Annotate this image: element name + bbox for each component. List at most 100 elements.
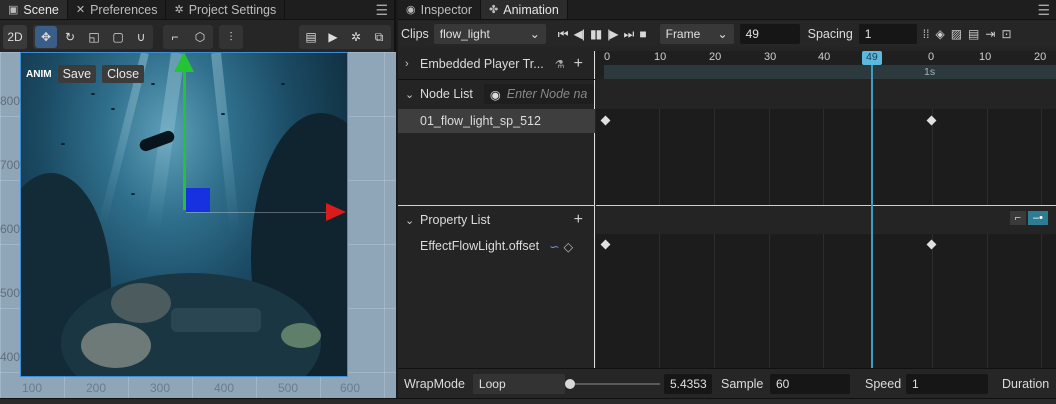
grid-line [1041,234,1042,368]
scene-gear-icon[interactable]: ✲ [346,26,366,48]
node-track-area[interactable] [596,109,1056,205]
grid-line [769,109,770,205]
scene-menu-icon[interactable]: ☰ [375,2,388,19]
scene-panel: ▣ Scene ✕ Preferences ✲ Project Settings… [0,0,396,404]
move-tool-icon[interactable]: ✥ [35,26,57,48]
align-icon[interactable]: ⫶ [219,25,243,49]
add-embedded-icon[interactable]: + [574,55,583,73]
local-global-icon[interactable]: ⬡ [190,26,210,48]
grid-line [714,109,715,205]
prev-frame-icon[interactable]: ◀| [574,27,585,41]
grid-view-icon[interactable]: ▤ [301,26,321,48]
timeline[interactable]: 0 10 20 30 40 0 10 20 1s ⌐ –• 49 [596,51,1056,368]
time-slider-knob[interactable] [565,379,575,389]
spacing-input[interactable]: 1 [858,24,917,44]
gear-icon: ✲ [174,4,184,16]
keyframe[interactable] [926,239,937,250]
eye-icon[interactable]: ◉ [490,87,501,102]
snap-tool-icon[interactable]: ∪ [131,26,151,48]
timeline-range-band [604,65,1056,79]
pivot-icon[interactable]: ⌐ [165,26,185,48]
keyframe[interactable] [600,239,611,250]
speed-label: Speed [865,377,902,391]
anim-tag: ANIM [26,68,52,80]
speed-input[interactable]: 1 [906,374,988,394]
frame-mode-value: Frame [665,27,701,41]
chevron-right-icon: › [405,58,409,70]
tab-project-settings[interactable]: ✲ Project Settings [166,0,286,19]
dots-grid-icon[interactable]: ⁞⁞ [923,27,930,41]
light-ray [211,53,240,233]
tab-inspector[interactable]: ◉ Inspector [398,0,482,19]
scale-tool-icon[interactable]: ◱ [84,26,104,48]
time-input-value: 5.4353 [670,377,707,391]
gizmo-x-arrow-icon[interactable] [326,203,346,221]
pause-icon[interactable]: ▮▮ [590,27,602,41]
animation-panel: ◉ Inspector ✤ Animation ☰ Clips flow_lig… [398,0,1056,398]
frame-input[interactable]: 49 [739,24,800,44]
stop-icon[interactable]: ■ [639,27,646,41]
node-list-item[interactable]: 01_flow_light_sp_512 [398,109,595,133]
time-label: 1s [924,66,936,78]
chevron-down-icon: ⌄ [529,27,540,41]
anim-save-button[interactable]: Save [57,65,97,83]
brain-coral [81,323,151,368]
clip-select[interactable]: flow_light ⌄ [433,24,546,44]
property-list-item[interactable]: EffectFlowLight.offset ∽ ◇ [398,234,595,258]
rotate-tool-icon[interactable]: ↻ [60,26,80,48]
wrapmode-label: WrapMode [404,376,465,391]
keyframe-icon[interactable]: ◈ [935,27,944,41]
anim-menu-icon[interactable]: ☰ [1037,2,1050,19]
wrapmode-value: Loop [478,376,506,391]
divider [398,205,595,206]
keyframe[interactable] [600,115,611,126]
tab-preferences[interactable]: ✕ Preferences [68,0,167,19]
next-frame-icon[interactable]: |▶ [607,27,618,41]
property-track-area[interactable] [596,234,1056,368]
embedded-player-label: Embedded Player Tr... [420,57,544,71]
node-list-header[interactable]: ⌄ Node List ◉ Enter Node na [398,81,595,107]
flask-icon[interactable]: ⚗ [555,58,565,71]
camera-icon[interactable]: ▶ [323,26,343,48]
tab-scene[interactable]: ▣ Scene [0,0,68,19]
frame-mode-select[interactable]: Frame ⌄ [659,24,734,44]
anim-close-button[interactable]: Close [102,65,145,83]
curve-view-icon[interactable]: ⌐ [1009,211,1027,225]
property-list-label: Property List [420,213,491,227]
gizmo-y-arrow-icon[interactable] [174,52,194,72]
mode-2d-label: 2D [7,30,23,44]
wrapmode-select[interactable]: Loop [472,373,565,394]
embedded-player-header[interactable]: › Embedded Player Tr... ⚗ + [398,51,595,77]
scene-viewport[interactable]: 800 700 600 500 400 ANIM Save Close 100 … [0,52,396,398]
grid-line [714,234,715,368]
add-property-icon[interactable]: + [574,211,583,229]
node-list-label: Node List [420,87,473,101]
curve-icon[interactable]: ∽ [549,239,559,254]
timeline-ruler[interactable]: 0 10 20 30 40 0 10 20 1s [596,51,1056,79]
sample-input[interactable]: 60 [770,374,850,394]
ruler-x-label: 100 [22,381,43,395]
mode-2d-button[interactable]: 2D [3,25,27,49]
tab-animation[interactable]: ✤ Animation [481,0,568,19]
playhead-line[interactable] [871,65,873,368]
list-icon[interactable]: ▤ [968,27,979,41]
node-search[interactable]: ◉ Enter Node na [483,84,594,104]
property-list-header[interactable]: ⌄ Property List + [398,207,595,233]
scene-settings-icon[interactable]: ⧉ [369,26,389,48]
playhead-label[interactable]: 49 [862,51,882,65]
rect-tool-icon[interactable]: ▢ [108,26,128,48]
close-panel-icon[interactable]: ⊡ [1001,27,1011,41]
export-icon[interactable]: ⇥ [985,27,995,41]
time-input[interactable]: 5.4353 [664,374,712,394]
jump-end-icon[interactable]: ⏭ [624,27,635,42]
ruler-y-label: 600 [0,222,21,236]
keyframe[interactable] [926,115,937,126]
save-clip-icon[interactable]: ▨ [951,27,962,41]
keyframe-view-icon[interactable]: –• [1028,211,1048,225]
time-slider-track[interactable] [568,383,660,385]
keyframe-diamond-icon[interactable]: ◇ [564,239,574,254]
ruler-tick-label: 20 [709,51,722,63]
jump-start-icon[interactable]: ⏮ [558,27,569,42]
gizmo-center-handle[interactable] [186,188,210,212]
gizmo-x-axis[interactable] [186,212,326,213]
